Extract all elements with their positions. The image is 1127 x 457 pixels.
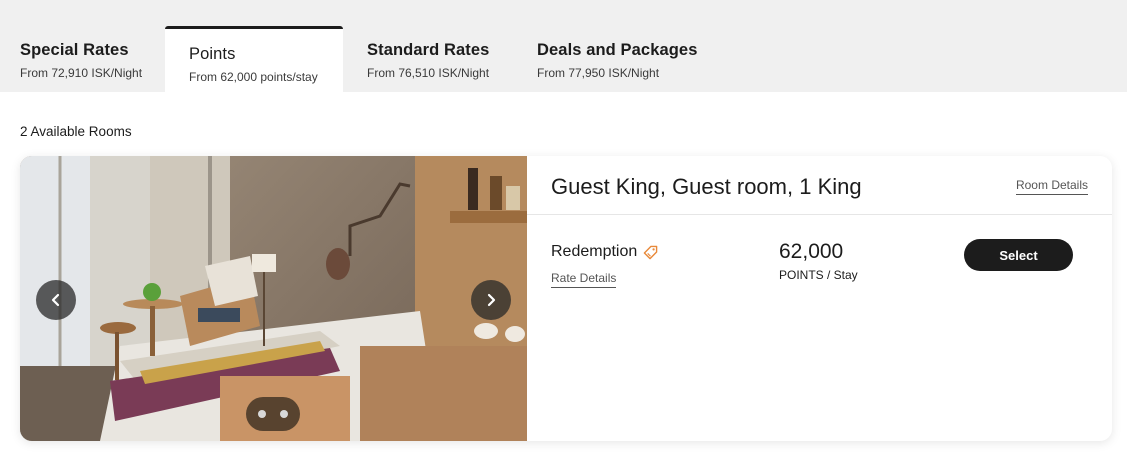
tab-standard-rates[interactable]: Standard Rates From 76,510 ISK/Night	[367, 26, 489, 92]
carousel-pagination	[246, 397, 300, 431]
select-button[interactable]: Select	[964, 239, 1073, 271]
tab-title: Standard Rates	[367, 41, 490, 59]
tab-title: Points	[189, 45, 236, 63]
tag-icon	[643, 245, 658, 259]
room-photo-carousel	[20, 156, 527, 441]
room-header: Guest King, Guest room, 1 King Room Deta…	[527, 156, 1112, 215]
tab-points[interactable]: Points From 62,000 points/stay	[165, 26, 343, 92]
carousel-prev-button[interactable]	[36, 280, 76, 320]
carousel-dot[interactable]	[258, 410, 266, 418]
room-details-link[interactable]: Room Details	[1015, 178, 1088, 195]
points-price: 62,000	[779, 240, 844, 263]
carousel-dot[interactable]	[280, 410, 288, 418]
chevron-left-icon	[51, 293, 60, 307]
rate-name: Redemption	[551, 243, 658, 261]
rate-tabs: Special Rates From 72,910 ISK/Night Poin…	[0, 0, 1127, 92]
points-unit: POINTS / Stay	[779, 268, 858, 282]
room-info: Guest King, Guest room, 1 King Room Deta…	[527, 156, 1112, 441]
rate-name-label: Redemption	[551, 243, 638, 260]
chevron-right-icon	[487, 293, 496, 307]
available-rooms-count: 2 Available Rooms	[20, 124, 132, 139]
tab-subtitle: From 77,950 ISK/Night	[537, 66, 660, 80]
tab-title: Deals and Packages	[537, 41, 698, 59]
room-title: Guest King, Guest room, 1 King	[551, 174, 862, 199]
tab-subtitle: From 76,510 ISK/Night	[367, 66, 490, 80]
tab-title: Special Rates	[20, 41, 129, 59]
carousel-next-button[interactable]	[471, 280, 511, 320]
tab-deals-and-packages[interactable]: Deals and Packages From 77,950 ISK/Night	[537, 26, 697, 92]
tab-subtitle: From 72,910 ISK/Night	[20, 66, 143, 80]
tab-special-rates[interactable]: Special Rates From 72,910 ISK/Night	[20, 26, 142, 92]
room-card: Guest King, Guest room, 1 King Room Deta…	[20, 156, 1112, 441]
rate-details-link[interactable]: Rate Details	[551, 271, 617, 288]
tab-subtitle: From 62,000 points/stay	[189, 70, 318, 84]
